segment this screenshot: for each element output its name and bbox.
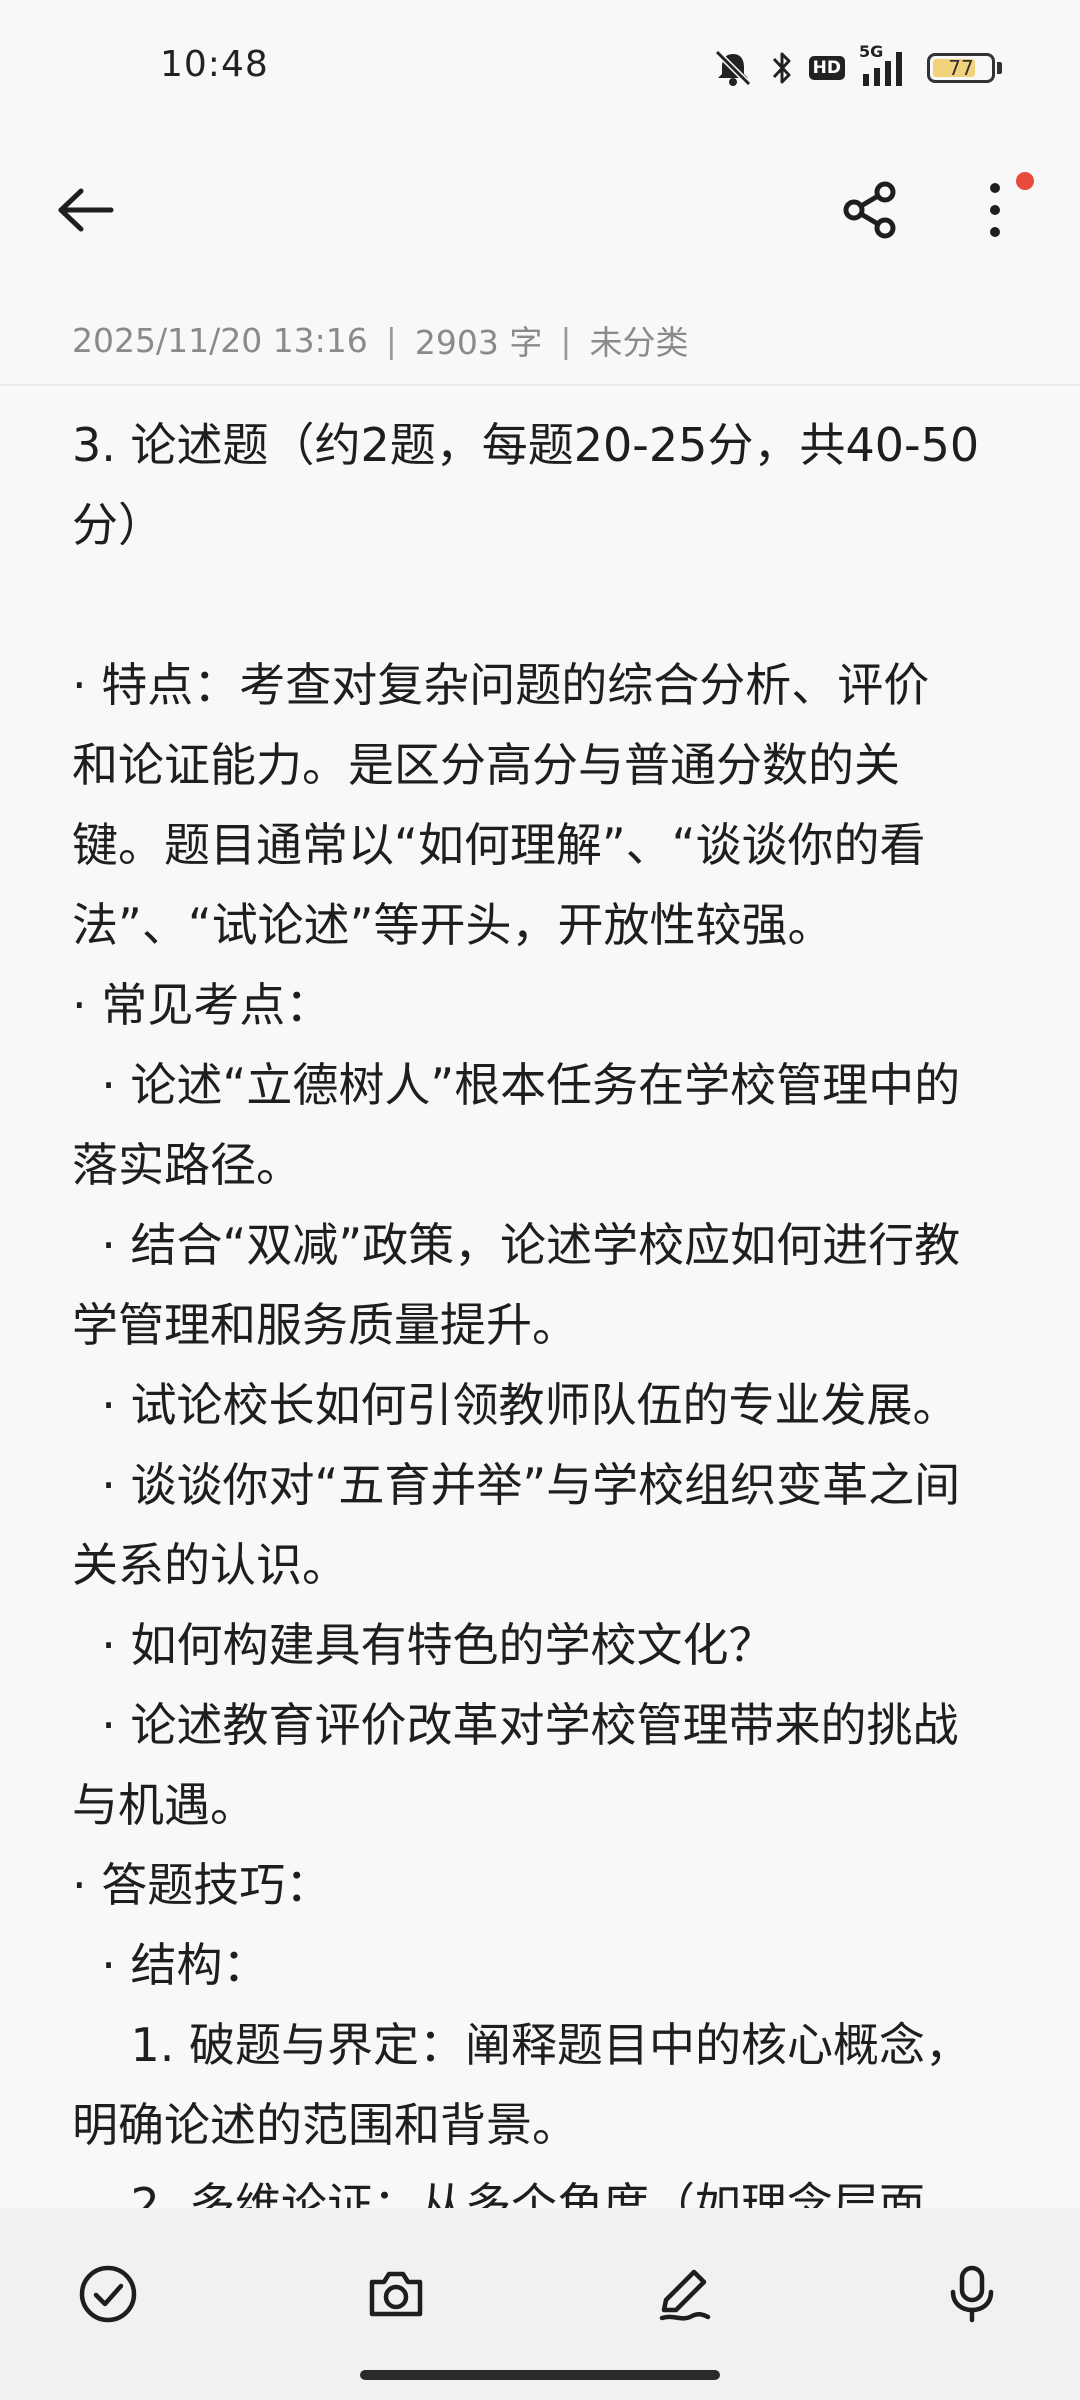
- note-line: 明确论述的范围和背景。: [72, 2098, 578, 2152]
- microphone-icon: [950, 2265, 994, 2323]
- handwriting-button[interactable]: [634, 2244, 734, 2344]
- note-date: 2025/11/20 13:16: [72, 320, 368, 360]
- word-count: 2903 字: [414, 323, 543, 362]
- note-line: · 特点：考查对复杂问题的综合分析、评价: [72, 658, 930, 712]
- network-type: 5G: [859, 42, 884, 61]
- status-bar: 10:48 HD 5G 77: [0, 0, 1080, 130]
- battery-indicator: 77: [927, 53, 1002, 83]
- note-line: · 试论校长如何引领教师队伍的专业发展。: [72, 1378, 959, 1432]
- meta-divider: [0, 384, 1080, 386]
- note-line: 3. 论述题（约2题，每题20-25分，共40-50: [72, 418, 980, 472]
- note-line: · 如何构建具有特色的学校文化？: [72, 1618, 775, 1672]
- bluetooth-icon: [769, 48, 795, 88]
- battery-icon: 77: [927, 53, 995, 83]
- more-vertical-icon: [990, 183, 1000, 237]
- camera-button[interactable]: [346, 2244, 446, 2344]
- arrow-left-icon: [58, 188, 114, 232]
- note-line: · 谈谈你对“五育并举”与学校组织变革之间: [72, 1458, 961, 1512]
- note-toolbar: [0, 160, 1080, 260]
- hd-badge: HD: [808, 56, 845, 80]
- note-line: · 常见考点：: [72, 978, 332, 1032]
- meta-separator: |: [385, 320, 397, 360]
- home-indicator[interactable]: [360, 2370, 720, 2380]
- share-icon: [843, 181, 896, 239]
- note-line: 学管理和服务质量提升。: [72, 1298, 578, 1352]
- check-circle-icon: [79, 2265, 137, 2323]
- battery-cap: [997, 62, 1002, 74]
- note-line: · 结合“双减”政策，论述学校应如何进行教: [72, 1218, 961, 1272]
- notification-dot: [1016, 172, 1034, 190]
- pen-icon: [659, 2269, 711, 2321]
- note-meta: 2025/11/20 13:16 | 2903 字 | 未分类: [72, 316, 689, 364]
- note-body[interactable]: 3. 论述题（约2题，每题20-25分，共40-50 分） · 特点：考查对复杂问题…: [72, 405, 1008, 2210]
- bell-muted-icon: [711, 48, 755, 88]
- share-button[interactable]: [820, 170, 920, 250]
- note-line: · 论述教育评价改革对学校管理带来的挑战: [72, 1698, 959, 1752]
- note-line: 1. 破题与界定：阐释题目中的核心概念，: [72, 2018, 971, 2072]
- note-line: 与机遇。: [72, 1778, 256, 1832]
- checklist-button[interactable]: [58, 2244, 158, 2344]
- status-time: 10:48: [160, 44, 269, 85]
- note-line: [72, 565, 1008, 645]
- battery-level: 77: [948, 56, 974, 80]
- note-category[interactable]: 未分类: [590, 316, 689, 364]
- note-line: 和论证能力。是区分高分与普通分数的关: [72, 738, 900, 792]
- note-line: 法”、“试论述”等开头，开放性较强。: [72, 898, 834, 952]
- note-line: · 结构：: [72, 1938, 269, 1992]
- back-button[interactable]: [40, 170, 130, 250]
- note-line: 2. 多维论证：从多个角度（如理念层面、: [72, 2178, 971, 2210]
- signal-icon: 5G: [859, 42, 913, 88]
- voice-input-button[interactable]: [922, 2244, 1022, 2344]
- camera-icon: [369, 2271, 423, 2317]
- meta-separator: |: [560, 320, 572, 360]
- note-line: · 论述“立德树人”根本任务在学校管理中的: [72, 1058, 961, 1112]
- note-line: 关系的认识。: [72, 1538, 348, 1592]
- note-line: 键。题目通常以“如何理解”、“谈谈你的看: [72, 818, 926, 872]
- note-line: · 答题技巧：: [72, 1858, 332, 1912]
- note-line: 分）: [72, 498, 164, 552]
- status-icons: HD 5G 77: [711, 42, 1002, 90]
- note-line: 落实路径。: [72, 1138, 302, 1192]
- notes-app-screen: 10:48 HD 5G 77 2025/11/20 13:16 | 2903 字…: [0, 0, 1080, 2400]
